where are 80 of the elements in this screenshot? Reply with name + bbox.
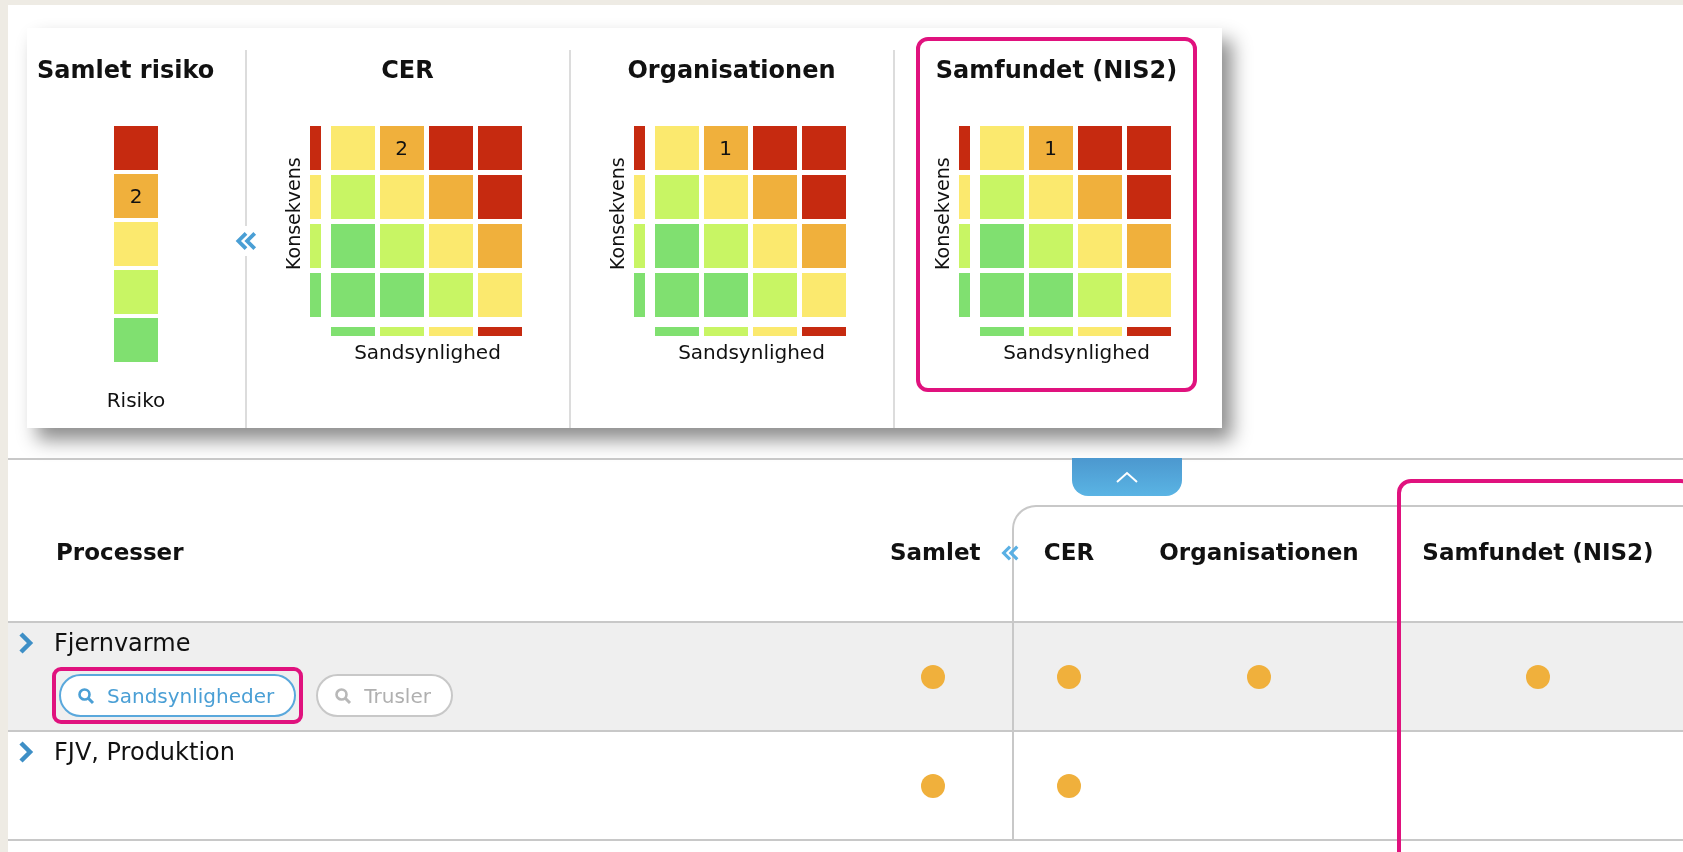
matrix-cell[interactable] — [1028, 175, 1073, 219]
axis-label: Risiko — [106, 388, 166, 412]
column-header: Organisationen — [1159, 539, 1359, 567]
column-header: CER — [1043, 539, 1095, 567]
matrix-cell[interactable] — [801, 224, 846, 268]
matrix-cell[interactable] — [1077, 273, 1122, 317]
section-title: Organisationen — [627, 55, 836, 85]
double-chevron-icon[interactable] — [1000, 543, 1020, 563]
matrix-cell[interactable] — [379, 175, 424, 219]
matrix-cell[interactable] — [428, 126, 473, 170]
matrix-cell[interactable] — [979, 175, 1024, 219]
matrix-cell[interactable] — [979, 273, 1024, 317]
risk-level-cell[interactable]: 2 — [114, 174, 158, 218]
matrix-cell[interactable] — [330, 224, 375, 268]
chevron-up-icon — [1115, 470, 1139, 484]
matrix-cell[interactable] — [654, 126, 699, 170]
matrix-cell[interactable]: 1 — [1028, 126, 1073, 170]
axis-label: Konsekvens — [281, 156, 304, 273]
matrix-cell[interactable] — [428, 273, 473, 317]
matrix-cell[interactable] — [703, 224, 748, 268]
matrix-cell[interactable] — [801, 126, 846, 170]
matrix-cell[interactable] — [330, 175, 375, 219]
matrix-cell[interactable] — [752, 273, 797, 317]
matrix-cell[interactable] — [979, 126, 1024, 170]
search-icon — [334, 686, 353, 705]
matrix-cell[interactable] — [477, 126, 522, 170]
axis-label: Konsekvens — [605, 156, 628, 273]
matrix-cell[interactable] — [428, 224, 473, 268]
matrix-cell[interactable] — [477, 175, 522, 219]
matrix-cell[interactable] — [703, 273, 748, 317]
matrix-cell[interactable] — [752, 224, 797, 268]
section-title: CER — [381, 55, 434, 85]
matrix-cell[interactable] — [477, 273, 522, 317]
section-title: Samfundet (NIS2) — [935, 55, 1178, 85]
matrix-cell[interactable] — [1028, 224, 1073, 268]
matrix-cell[interactable] — [1077, 126, 1122, 170]
collapse-tab[interactable] — [1072, 458, 1182, 496]
matrix-cell[interactable]: 1 — [703, 126, 748, 170]
matrix-cell[interactable] — [1077, 224, 1122, 268]
chevron-right-icon[interactable] — [18, 632, 34, 654]
table-row[interactable]: FJV, Produktion — [8, 732, 1683, 841]
axis-label: Sandsynlighed — [678, 340, 825, 364]
axis-label: Konsekvens — [930, 156, 953, 273]
matrix-cell[interactable] — [1126, 126, 1171, 170]
risk-level-cell[interactable] — [114, 126, 158, 170]
matrix-cell[interactable] — [752, 175, 797, 219]
matrix-cell[interactable] — [330, 126, 375, 170]
matrix-cell[interactable] — [1028, 273, 1073, 317]
matrix-cell[interactable] — [654, 175, 699, 219]
matrix-cell[interactable] — [428, 175, 473, 219]
matrix-cell[interactable] — [979, 224, 1024, 268]
matrix-cell[interactable] — [703, 175, 748, 219]
matrix-cell[interactable]: 2 — [379, 126, 424, 170]
matrix-cell[interactable] — [1126, 224, 1171, 268]
risk-level-cell[interactable] — [114, 222, 158, 266]
matrix-cell[interactable] — [654, 224, 699, 268]
matrix-cell[interactable] — [1126, 175, 1171, 219]
matrix-cell[interactable] — [379, 273, 424, 317]
section-title: Samlet risiko — [37, 55, 215, 85]
matrix-cell[interactable] — [477, 224, 522, 268]
matrix-cell[interactable] — [801, 175, 846, 219]
column-header: Samlet — [890, 539, 981, 567]
matrix-cell[interactable] — [752, 126, 797, 170]
column-header: Samfundet (NIS2) — [1422, 539, 1654, 567]
process-name: FJV, Produktion — [54, 738, 235, 766]
risk-level-cell[interactable] — [114, 318, 158, 362]
column-header: Processer — [56, 539, 184, 565]
matrix-cell[interactable] — [654, 273, 699, 317]
axis-label: Sandsynlighed — [1003, 340, 1150, 364]
matrix-cell[interactable] — [379, 224, 424, 268]
matrix-cell[interactable] — [1126, 273, 1171, 317]
risk-level-cell[interactable] — [114, 270, 158, 314]
matrix-cell[interactable] — [801, 273, 846, 317]
chevron-right-icon[interactable] — [18, 741, 34, 763]
axis-label: Sandsynlighed — [354, 340, 501, 364]
table-row[interactable]: Fjernvarme Sandsynligheder Trusler — [8, 623, 1683, 732]
matrix-cell[interactable] — [330, 273, 375, 317]
search-icon — [77, 686, 95, 705]
process-name: Fjernvarme — [54, 629, 191, 657]
matrix-cell[interactable] — [1077, 175, 1122, 219]
